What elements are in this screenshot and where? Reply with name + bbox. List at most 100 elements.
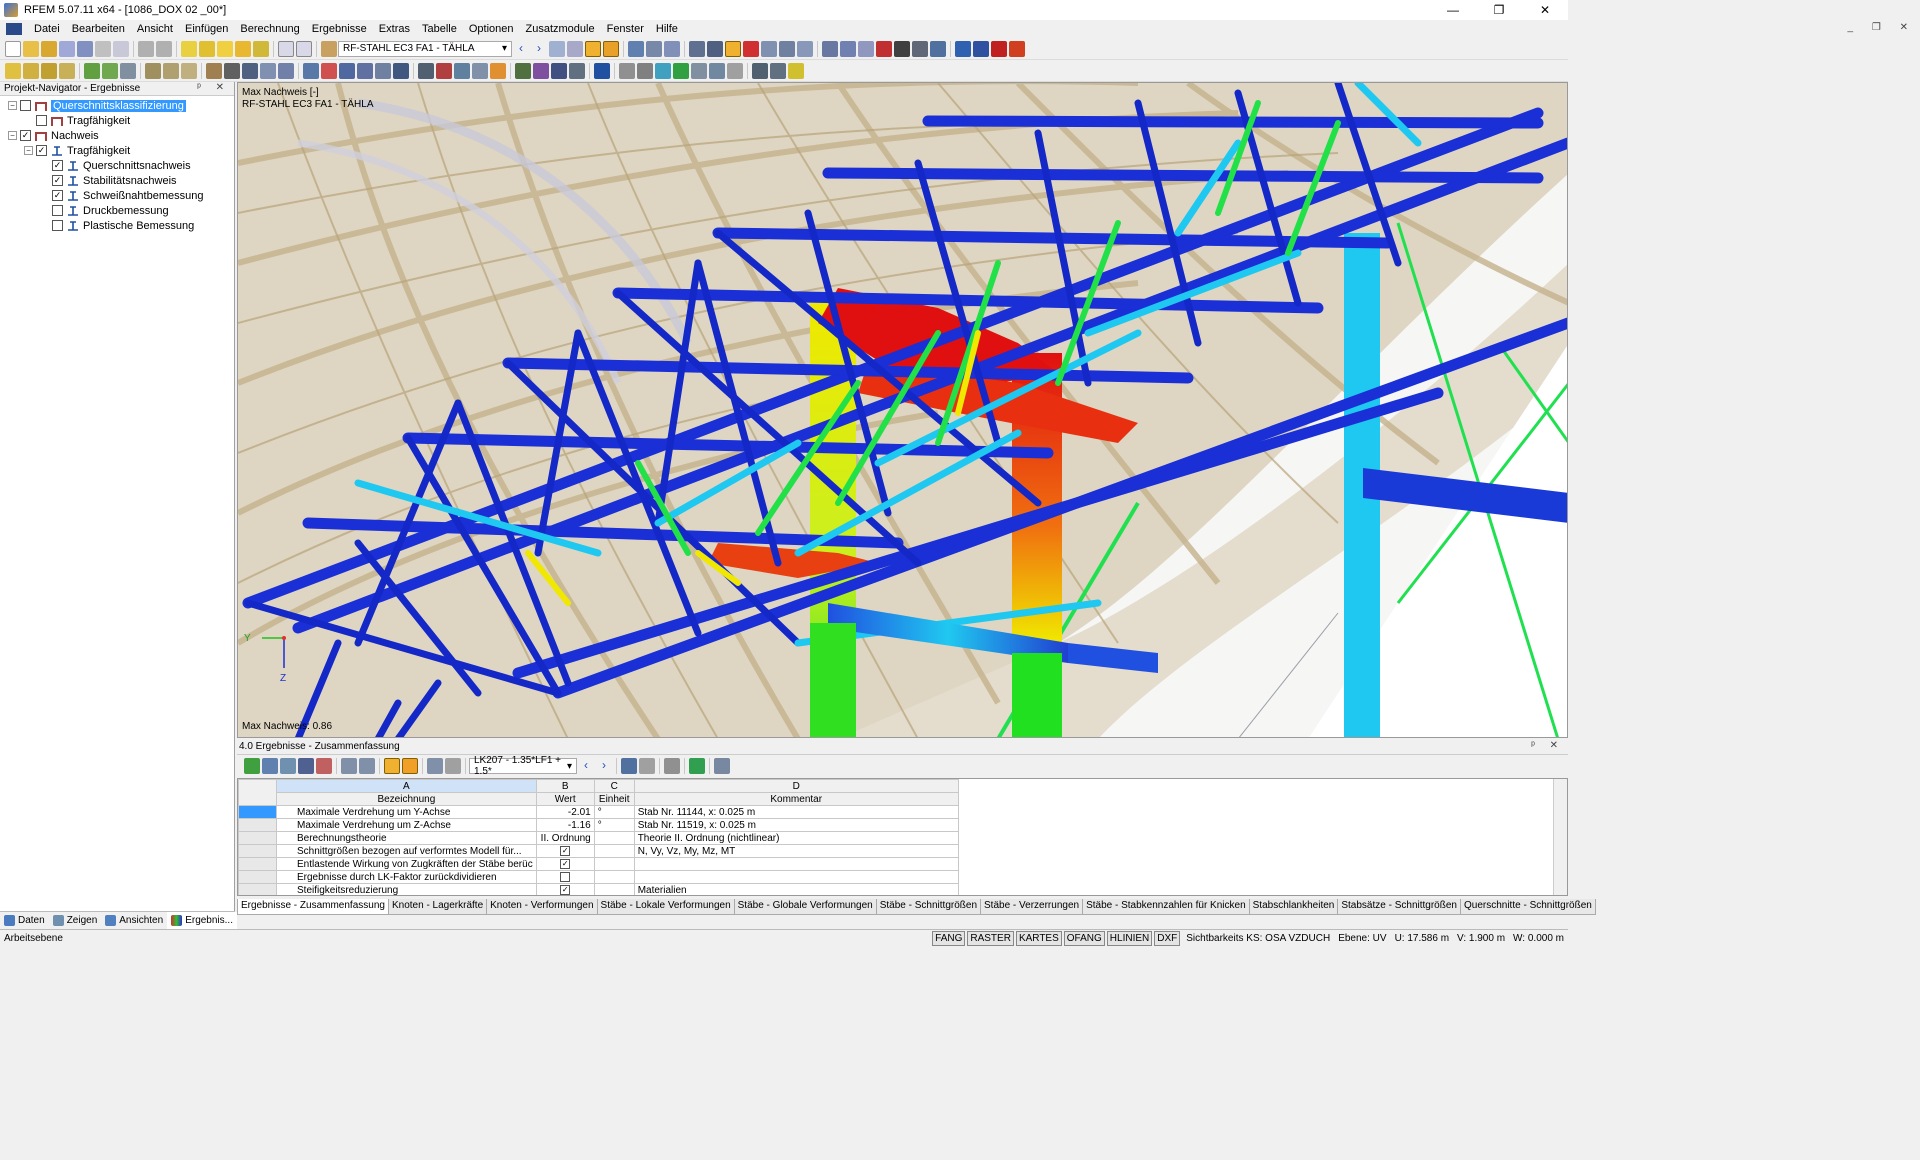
grid-button[interactable]: RASTER	[967, 931, 1014, 946]
menu-zusatzmodule[interactable]: Zusatzmodule	[520, 23, 601, 35]
frame-icon[interactable]	[472, 62, 488, 79]
collapse-icon[interactable]: −	[8, 131, 17, 140]
tab-ergebnisse-zusammenfassung[interactable]: Ergebnisse - Zusammenfassung	[237, 899, 389, 915]
tree-item-plastische-bemessung[interactable]: Plastische Bemessung	[0, 218, 234, 233]
open-folder-icon[interactable]	[23, 40, 39, 57]
edit-icon[interactable]	[181, 40, 197, 57]
zoom-icon[interactable]	[199, 40, 215, 57]
results-icon[interactable]	[235, 40, 251, 57]
tree-icon[interactable]	[515, 62, 531, 79]
export-excel-icon[interactable]	[689, 758, 705, 774]
collapse-icon[interactable]: −	[24, 146, 33, 155]
table-row[interactable]: Berechnungstheorie II. Ordnung Theorie I…	[238, 831, 959, 845]
tab-stabsaetze-schnittgroessen[interactable]: Stabsätze - Schnittgrößen	[1337, 899, 1461, 915]
cell-comment[interactable]: Materialien	[633, 883, 959, 895]
cell-value[interactable]: -1.16	[535, 818, 595, 832]
menu-fenster[interactable]: Fenster	[601, 23, 650, 35]
save-icon[interactable]	[59, 40, 75, 57]
cell-name[interactable]: Entlastende Wirkung von Zugkräften der S…	[276, 857, 537, 871]
cell-unit[interactable]: °	[593, 805, 635, 819]
print-preview-icon[interactable]	[113, 40, 129, 57]
table-view-icon[interactable]	[727, 62, 743, 79]
copy-icon[interactable]	[260, 62, 276, 79]
color-scale-icon[interactable]	[788, 62, 804, 79]
tab-staebe-schnittgroessen[interactable]: Stäbe - Schnittgrößen	[875, 899, 982, 915]
column-header-einheit[interactable]: Einheit	[593, 792, 635, 806]
menu-ergebnisse[interactable]: Ergebnisse	[306, 23, 373, 35]
checkbox[interactable]: ✓	[560, 884, 571, 895]
tab-stabschlankheiten[interactable]: Stabschlankheiten	[1248, 899, 1339, 915]
tab-knoten-lagerkraefte[interactable]: Knoten - Lagerkräfte	[387, 899, 488, 915]
cell-name[interactable]: Maximale Verdrehung um Y-Achse	[276, 805, 537, 819]
maximize-button[interactable]: ❐	[1476, 0, 1522, 20]
calculate-icon[interactable]	[217, 40, 233, 57]
generate-icon[interactable]	[206, 62, 222, 79]
tree-item-schweissnahtbemessung[interactable]: ✓ Schweißnahtbemessung	[0, 188, 234, 203]
column-header-bezeichnung[interactable]: Bezeichnung	[276, 792, 537, 806]
table-prev-icon[interactable]	[341, 758, 357, 774]
tree-item-druckbemessung[interactable]: Druckbemessung	[0, 203, 234, 218]
print-graphic-icon[interactable]	[752, 62, 768, 79]
collapse-icon[interactable]: −	[8, 101, 17, 110]
tab-zeigen[interactable]: Zeigen	[49, 912, 102, 929]
osnap-button[interactable]: OFANG	[1063, 931, 1105, 946]
tree-item-tragfaehigkeit-2[interactable]: − ✓ Tragfähigkeit	[0, 143, 234, 158]
tree-item-querschnittsklassifizierung[interactable]: − Querschnittsklassifizierung	[0, 98, 234, 113]
cube-icon[interactable]	[673, 62, 689, 79]
cell-comment[interactable]: N, Vy, Vz, My, Mz, MT	[633, 844, 959, 858]
table-row[interactable]: Steifigkeitsreduzierung ✓ Materialien	[238, 883, 959, 895]
guidelines-button[interactable]: HLINIEN	[1106, 931, 1153, 946]
cell-unit[interactable]: °	[593, 818, 635, 832]
view-panel2-icon[interactable]	[296, 40, 312, 57]
excel-export-icon[interactable]	[244, 758, 260, 774]
document-icon[interactable]	[6, 23, 22, 35]
pick-member-icon[interactable]	[639, 758, 655, 774]
move-icon[interactable]	[858, 40, 874, 57]
table-next-icon[interactable]	[359, 758, 375, 774]
cell-comment[interactable]	[633, 857, 959, 871]
minimize-button[interactable]: —	[1430, 0, 1476, 20]
menu-berechnung[interactable]: Berechnung	[234, 23, 305, 35]
cell-name[interactable]: Berechnungstheorie	[276, 831, 537, 845]
render-icon[interactable]	[628, 40, 644, 57]
cell-unit[interactable]	[593, 831, 635, 845]
row-header[interactable]	[238, 818, 277, 832]
row-header[interactable]	[238, 857, 277, 871]
visibility-icon[interactable]	[454, 62, 470, 79]
previous-icon[interactable]: ‹	[513, 41, 529, 57]
show-results-icon[interactable]	[549, 40, 565, 57]
grid-icon[interactable]	[689, 40, 705, 57]
next-lc-icon[interactable]: ›	[596, 758, 612, 774]
wireframe-icon[interactable]	[646, 40, 662, 57]
menu-ansicht[interactable]: Ansicht	[131, 23, 179, 35]
cell-value[interactable]: ✓	[535, 857, 595, 871]
menu-bearbeiten[interactable]: Bearbeiten	[66, 23, 131, 35]
checkbox[interactable]: ✓	[52, 160, 63, 171]
select-icon[interactable]	[822, 40, 838, 57]
edit-table-icon[interactable]	[445, 758, 461, 774]
supports-icon[interactable]	[743, 40, 759, 57]
report-icon[interactable]	[1009, 40, 1025, 57]
pdf-icon[interactable]	[991, 40, 1007, 57]
print-icon[interactable]	[95, 40, 111, 57]
checkbox[interactable]	[52, 220, 63, 231]
cell-value[interactable]: ✓	[535, 883, 595, 895]
tab-ergebnisse[interactable]: Ergebnis...	[167, 912, 237, 929]
snap-icon[interactable]	[418, 62, 434, 79]
combo-icon[interactable]	[181, 62, 197, 79]
list-icon[interactable]	[427, 758, 443, 774]
load-case-icon[interactable]	[163, 62, 179, 79]
column-header-wert[interactable]: Wert	[535, 792, 595, 806]
solids-icon[interactable]	[779, 40, 795, 57]
menu-tabelle[interactable]: Tabelle	[416, 23, 463, 35]
undo-icon[interactable]	[138, 40, 154, 57]
node-tool-icon[interactable]	[5, 62, 21, 79]
cell-name[interactable]: Schnittgrößen bezogen auf verformtes Mod…	[276, 844, 537, 858]
checkbox[interactable]	[560, 871, 571, 882]
checkbox[interactable]: ✓	[560, 845, 571, 856]
align-icon[interactable]	[357, 62, 373, 79]
row-header[interactable]	[238, 805, 277, 819]
support-tool-icon[interactable]	[84, 62, 100, 79]
filter-icon[interactable]	[637, 62, 653, 79]
table-columns-icon[interactable]	[298, 758, 314, 774]
